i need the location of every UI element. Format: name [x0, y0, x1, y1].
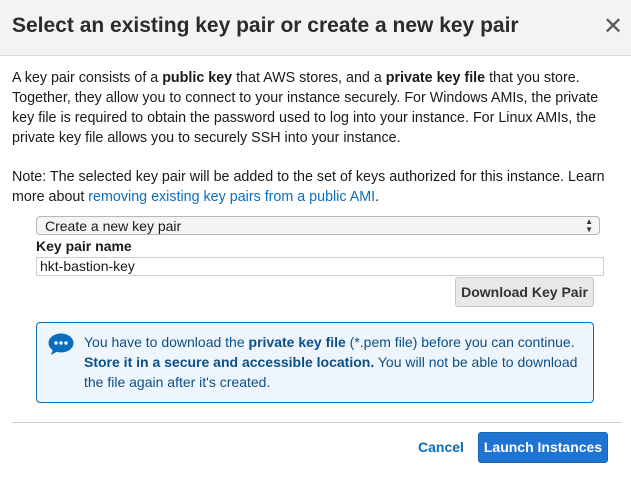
- intro-text: A key pair consists of a: [12, 70, 163, 86]
- info-store-warning: Store it in a secure and accessible loca…: [84, 354, 375, 370]
- info-private-key-file: private key file: [248, 334, 346, 350]
- removing-key-pairs-link[interactable]: removing existing key pairs from a publi…: [88, 189, 375, 205]
- note-text: .: [375, 189, 380, 205]
- dialog-title: Select an existing key pair or create a …: [12, 14, 519, 37]
- launch-instances-button[interactable]: Launch Instances: [478, 432, 608, 463]
- cancel-button[interactable]: Cancel: [418, 439, 464, 455]
- dialog-header: Select an existing key pair or create a …: [0, 0, 631, 56]
- download-key-pair-button[interactable]: Download Key Pair: [455, 277, 594, 307]
- info-text: (*.pem file) before you can continue.: [345, 334, 575, 350]
- intro-public-key: public key: [162, 70, 233, 86]
- select-value: Create a new key pair: [45, 218, 182, 234]
- note-paragraph: Note: The selected key pair will be adde…: [12, 167, 622, 207]
- info-text: You have to download the: [84, 334, 249, 350]
- intro-private-key-file: private key file: [385, 70, 486, 86]
- intro-paragraph: A key pair consists of a public key that…: [12, 68, 622, 148]
- key-pair-name-input[interactable]: hkt-bastion-key: [36, 257, 604, 276]
- info-message: You have to download the private key fil…: [84, 332, 586, 392]
- key-pair-action-select[interactable]: Create a new key pair ▲ ▼: [36, 216, 600, 235]
- key-pair-name-label: Key pair name: [36, 238, 132, 254]
- intro-text: that AWS stores, and a: [232, 70, 386, 86]
- select-arrows-icon: ▲ ▼: [585, 217, 593, 234]
- footer-divider: [12, 422, 622, 423]
- chat-bubble-icon: [48, 333, 74, 355]
- close-icon[interactable]: ✕: [602, 14, 624, 40]
